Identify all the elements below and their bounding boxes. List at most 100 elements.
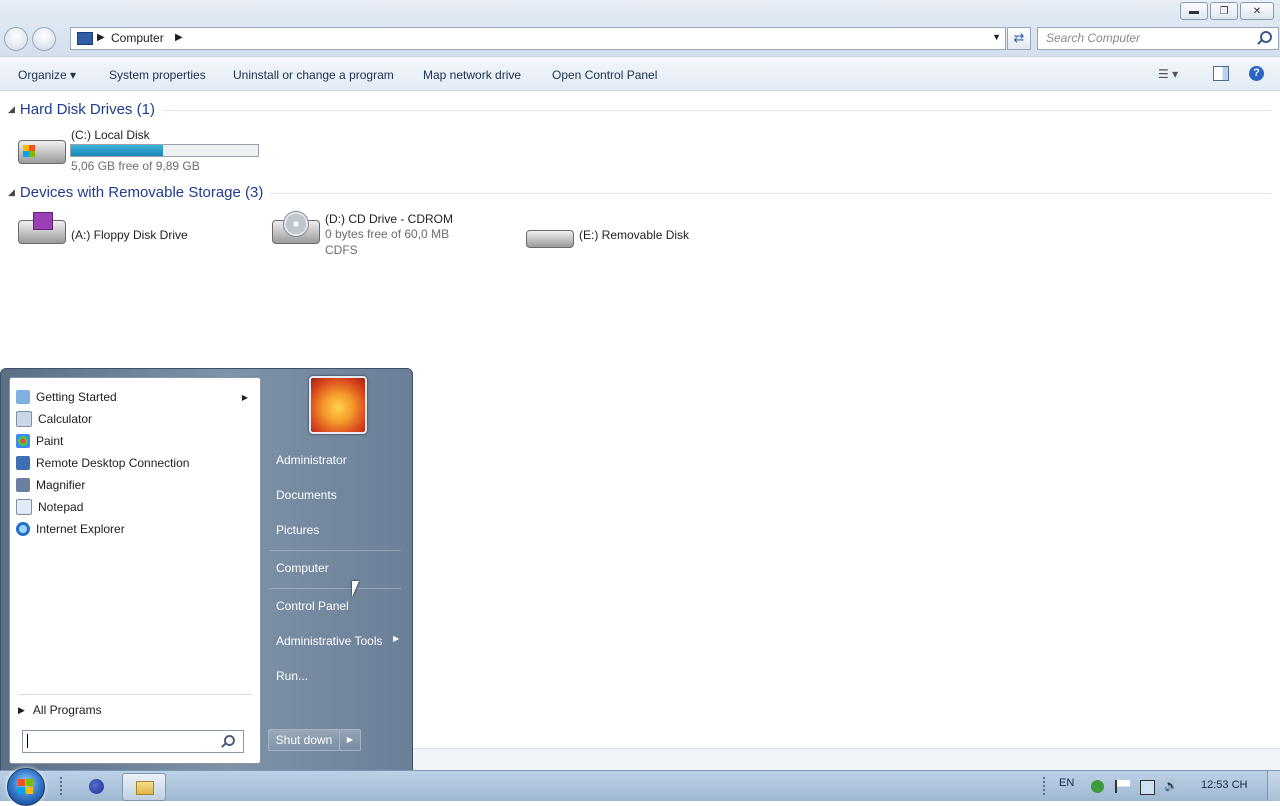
menu-separator [269,550,401,551]
cd-drive-icon [272,211,320,244]
start-link-control-panel[interactable]: Control Panel [276,599,349,613]
details-pane [412,748,1280,771]
breadcrumb-arrow-icon[interactable]: ▶ [175,32,183,43]
address-row: ▶ Computer ▶ ▼ ⇄ Search Computer [0,22,1280,57]
program-label: Magnifier [36,478,86,492]
volume-muted-icon[interactable]: 🔊 [1164,780,1178,793]
program-label: Remote Desktop Connection [36,456,190,470]
folder-icon [136,781,154,795]
taskbar-grip[interactable] [60,777,66,795]
menu-separator [269,588,401,589]
taskbar-explorer[interactable] [122,773,166,801]
uninstall-program-button[interactable]: Uninstall or change a program [233,68,394,82]
start-link-computer[interactable]: Computer [276,561,329,575]
firefox-icon [89,779,104,794]
back-button[interactable] [4,27,28,51]
start-search-input[interactable] [22,730,244,753]
group-title: Devices with Removable Storage (3) [19,184,264,201]
collapse-icon[interactable]: ◢ [8,187,15,198]
drive-filesystem: CDFS [325,243,358,257]
removable-disk-icon [526,230,574,248]
restore-button[interactable]: ❐ [1210,2,1238,20]
link-label: Administrative Tools [276,634,383,648]
map-network-drive-button[interactable]: Map network drive [423,68,521,82]
close-button[interactable]: ✕ [1240,2,1274,20]
minimize-button[interactable]: ▬ [1180,2,1208,20]
floppy-drive-icon [18,212,66,244]
calculator-icon [16,411,32,427]
program-label: Notepad [38,500,84,514]
program-remote-desktop[interactable]: Remote Desktop Connection [14,452,258,474]
mouse-cursor-icon [352,581,359,597]
group-title: Hard Disk Drives (1) [19,101,155,118]
action-center-flag-icon[interactable] [1115,780,1130,793]
program-label: Paint [36,434,64,448]
open-control-panel-button[interactable]: Open Control Panel [552,68,657,82]
drive-label: (D:) CD Drive - CDROM [325,212,453,226]
search-placeholder: Search Computer [1046,31,1141,45]
paint-icon [16,434,30,448]
group-hard-disk-drives[interactable]: ◢ Hard Disk Drives (1) [8,101,155,118]
shut-down-button[interactable]: Shut down [268,729,340,751]
drive-label: (C:) Local Disk [71,128,150,142]
remote-desktop-icon [16,456,30,470]
help-icon[interactable]: ? [1249,66,1264,81]
program-notepad[interactable]: Notepad [14,496,258,518]
security-shield-icon[interactable] [1091,780,1104,793]
notepad-icon [16,499,32,515]
local-disk-icon [18,140,66,164]
start-menu-programs-pane: Getting Started ▶ Calculator Paint Remot… [9,377,261,764]
address-bar[interactable]: ▶ Computer ▶ ▼ [70,27,1006,50]
drive-label: (E:) Removable Disk [579,228,690,242]
text-caret [27,734,28,748]
start-link-documents[interactable]: Documents [276,488,337,502]
program-label: Getting Started [36,390,117,404]
refresh-button[interactable]: ⇄ [1007,27,1031,50]
start-link-administrative-tools[interactable]: Administrative Tools ▶ [276,634,399,648]
all-programs-label: All Programs [32,703,102,717]
search-icon[interactable] [1260,31,1272,43]
clock[interactable]: 12:53 CH [1201,779,1247,791]
preview-pane-icon[interactable] [1213,66,1229,81]
forward-button[interactable] [32,27,56,51]
search-input[interactable]: Search Computer [1037,27,1279,50]
all-programs-button[interactable]: ▶ All Programs [18,694,252,717]
program-internet-explorer[interactable]: Internet Explorer [14,518,258,540]
submenu-arrow-icon[interactable]: ▶ [242,393,248,402]
drive-free-space: 5,06 GB free of 9,89 GB [71,159,200,173]
computer-icon [77,32,93,45]
network-icon[interactable] [1140,780,1155,795]
command-bar: Organize ▾ System properties Uninstall o… [0,57,1280,91]
address-dropdown-icon[interactable]: ▼ [992,32,1001,42]
start-link-pictures[interactable]: Pictures [276,523,319,537]
magnifier-icon [16,478,30,492]
collapse-icon[interactable]: ◢ [8,104,15,115]
start-link-administrator[interactable]: Administrator [276,453,347,467]
program-getting-started[interactable]: Getting Started ▶ [14,386,258,408]
program-calculator[interactable]: Calculator [14,408,258,430]
disk-usage-fill [71,145,163,156]
system-properties-button[interactable]: System properties [109,68,206,82]
shutdown-options-arrow-icon[interactable]: ▶ [339,729,361,751]
show-desktop-button[interactable] [1267,771,1280,801]
group-removable-storage[interactable]: ◢ Devices with Removable Storage (3) [8,184,263,201]
submenu-arrow-icon: ▶ [393,634,400,643]
program-label: Internet Explorer [36,522,125,536]
program-magnifier[interactable]: Magnifier [14,474,258,496]
program-label: Calculator [38,412,93,426]
search-icon[interactable] [224,735,235,746]
start-button[interactable] [7,768,45,806]
user-avatar[interactable] [309,376,367,434]
taskbar-firefox[interactable] [80,773,114,799]
group-divider [270,193,1272,194]
start-menu: Getting Started ▶ Calculator Paint Remot… [0,368,413,772]
breadcrumb-arrow-icon[interactable]: ▶ [97,32,105,43]
change-view-icon[interactable]: ☰ ▾ [1158,67,1178,81]
group-divider [162,110,1272,111]
taskbar-grip[interactable] [1043,777,1049,795]
breadcrumb-computer[interactable]: Computer [111,31,164,45]
organize-button[interactable]: Organize ▾ [18,68,76,82]
start-link-run[interactable]: Run... [276,669,308,683]
language-indicator[interactable]: EN [1059,777,1074,789]
program-paint[interactable]: Paint [14,430,258,452]
